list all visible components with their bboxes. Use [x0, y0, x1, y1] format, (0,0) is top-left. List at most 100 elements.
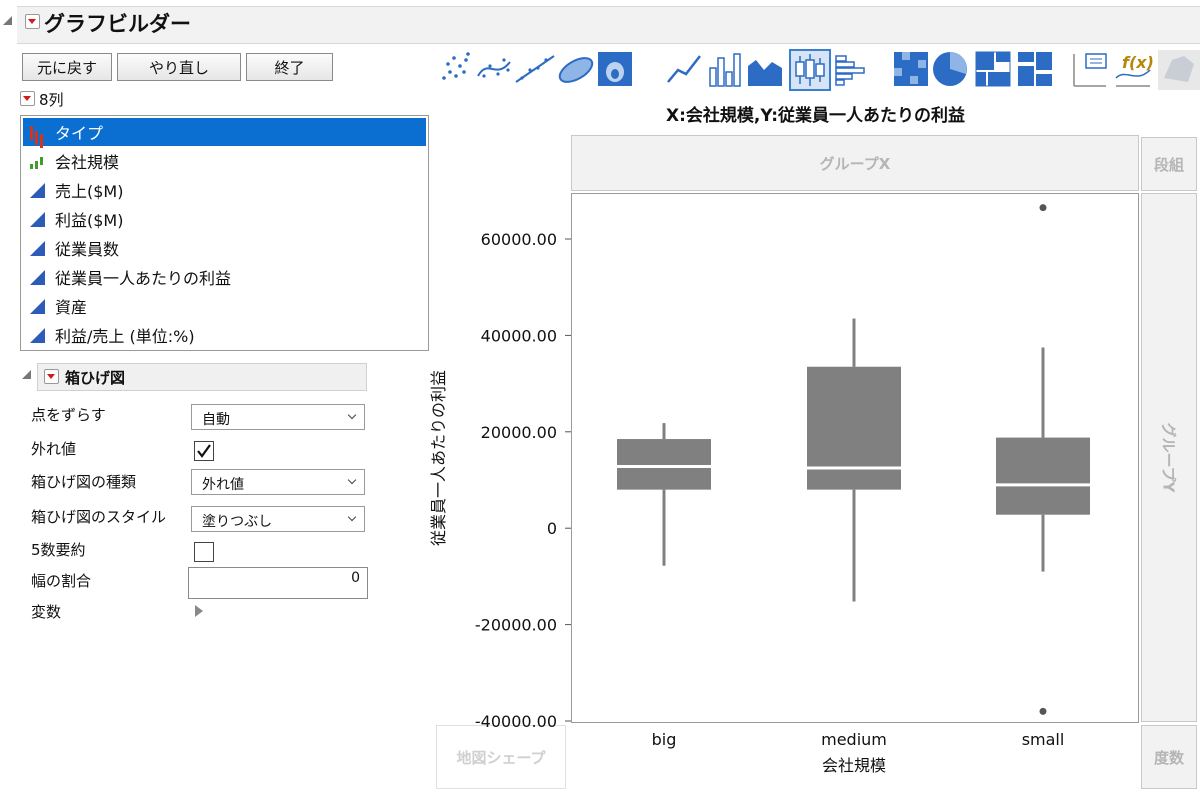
continuous-icon: [29, 268, 47, 286]
panel-collapse-icon[interactable]: [22, 370, 31, 379]
chevron-down-icon: [347, 410, 357, 420]
treemap-icon[interactable]: [975, 51, 1011, 87]
five-number-checkbox[interactable]: [194, 542, 214, 562]
y-tick-label: 60000.00: [481, 230, 557, 249]
heatmap-icon[interactable]: [894, 52, 928, 86]
box-plot-chart: 60000.00 40000.00 20000.00 0 -20000.00 -40000…: [429, 204, 1090, 775]
column-label: 会社規模: [55, 153, 120, 172]
box-type-select[interactable]: 外れ値: [191, 469, 365, 495]
box-type-value: 外れ値: [202, 477, 244, 493]
graph-type-toolbar: f(x): [437, 49, 1200, 91]
variables-label: 変数: [31, 603, 62, 621]
continuous-icon: [29, 239, 47, 257]
done-button[interactable]: 終了: [246, 53, 333, 81]
ordinal-icon: [29, 152, 47, 170]
box-style-select[interactable]: 塗りつぶし: [191, 506, 365, 532]
y-tick-label: -20000.00: [475, 616, 557, 635]
x-tick-label: small: [1022, 730, 1065, 749]
y-axis-title: 従業員一人あたりの利益: [429, 370, 448, 546]
contour-icon[interactable]: [598, 52, 632, 86]
outliers-checkbox[interactable]: [194, 441, 214, 461]
x-tick-label: big: [652, 730, 677, 749]
caption-box-icon[interactable]: [1073, 53, 1107, 87]
ellipse-icon[interactable]: [556, 53, 596, 87]
title-bar: グラフビルダー: [0, 0, 1200, 44]
jitter-label: 点をずらす: [31, 406, 106, 424]
collapse-icon[interactable]: [3, 16, 12, 25]
y-tick-label: 40000.00: [481, 326, 557, 345]
line-icon[interactable]: [667, 55, 701, 83]
red-triangle-menu-icon[interactable]: [25, 14, 40, 29]
column-label: 利益($M): [55, 211, 124, 230]
box-big[interactable]: [617, 439, 711, 490]
x-tick-label: medium: [821, 730, 887, 749]
line-of-fit-icon[interactable]: [515, 55, 555, 83]
box-style-value: 塗りつぶし: [202, 514, 273, 530]
column-item-company-size[interactable]: 会社規模: [23, 147, 426, 175]
mosaic-icon[interactable]: [1018, 52, 1052, 86]
column-label: 売上($M): [55, 182, 124, 201]
expand-right-icon[interactable]: [195, 605, 203, 617]
column-label: 利益/売上 (単位:%): [55, 327, 195, 346]
points-icon[interactable]: [437, 50, 473, 86]
title-bar-background: [17, 6, 1200, 44]
checkmark-icon: [197, 444, 211, 458]
y-tick-label: -40000.00: [475, 712, 557, 731]
jitter-select[interactable]: 自動: [191, 404, 365, 430]
column-item-employees[interactable]: 従業員数: [23, 234, 426, 262]
column-label: 従業員数: [55, 240, 120, 259]
group-y-label: グループY: [1159, 422, 1178, 493]
formula-icon[interactable]: f(x): [1115, 53, 1154, 87]
histogram-icon[interactable]: [835, 55, 865, 86]
wrap-zone[interactable]: 段組: [1141, 137, 1197, 191]
column-item-profit-per-employee[interactable]: 従業員一人あたりの利益: [23, 263, 426, 291]
column-label: 資産: [55, 298, 88, 317]
column-item-profit[interactable]: 利益($M): [23, 205, 426, 233]
y-tick-label: 20000.00: [481, 423, 557, 442]
width-ratio-label: 幅の割合: [31, 572, 92, 590]
five-number-label: 5数要約: [31, 541, 86, 559]
box-small[interactable]: [996, 437, 1090, 515]
app-title: グラフビルダー: [44, 12, 191, 36]
y-tick-label: 0: [547, 519, 557, 538]
chart-title: X:会社規模,Y:従業員一人あたりの利益: [666, 106, 965, 126]
continuous-icon: [29, 210, 47, 228]
chevron-down-icon: [347, 512, 357, 522]
column-label: 従業員一人あたりの利益: [55, 269, 232, 288]
boxplot-menu-icon[interactable]: [44, 369, 59, 384]
smoother-icon[interactable]: [477, 58, 511, 78]
column-list[interactable]: タイプ 会社規模 売上($M) 利益($M) 従業員数 従業員一人あたりの利益 …: [20, 115, 429, 351]
continuous-icon: [29, 181, 47, 199]
redo-button[interactable]: やり直し: [117, 53, 241, 81]
outliers-label: 外れ値: [31, 440, 77, 458]
undo-button[interactable]: 元に戻す: [22, 53, 112, 81]
outlier-point[interactable]: [1039, 204, 1047, 212]
area-icon[interactable]: [748, 60, 782, 86]
boxplot-panel-title: 箱ひげ図: [65, 369, 126, 387]
columns-count: 8列: [39, 91, 64, 109]
jitter-value: 自動: [202, 412, 230, 428]
columns-menu-icon[interactable]: [20, 91, 35, 106]
box-style-label: 箱ひげ図のスタイル: [31, 508, 167, 526]
x-axis-title: 会社規模: [822, 756, 886, 775]
column-item-profit-ratio[interactable]: 利益/売上 (単位:%): [23, 321, 426, 349]
bar-icon[interactable]: [709, 53, 741, 87]
width-ratio-value: 0: [351, 570, 360, 586]
nominal-icon: [29, 123, 47, 141]
svg-text:f(x): f(x): [1122, 53, 1154, 72]
box-plot-icon[interactable]: [789, 49, 831, 91]
box-type-label: 箱ひげ図の種類: [31, 473, 137, 491]
pie-icon[interactable]: [933, 52, 967, 86]
box-medium[interactable]: [807, 366, 901, 490]
column-item-assets[interactable]: 資産: [23, 292, 426, 320]
column-label: タイプ: [55, 124, 104, 143]
continuous-icon: [29, 326, 47, 344]
map-shapes-icon: [1158, 50, 1200, 90]
continuous-icon: [29, 297, 47, 315]
column-item-type[interactable]: タイプ: [23, 118, 426, 146]
column-item-sales[interactable]: 売上($M): [23, 176, 426, 204]
group-x-zone[interactable]: グループX: [571, 135, 1139, 191]
chevron-down-icon: [347, 475, 357, 485]
width-ratio-input[interactable]: 0: [188, 567, 368, 599]
outlier-point[interactable]: [1039, 707, 1047, 715]
